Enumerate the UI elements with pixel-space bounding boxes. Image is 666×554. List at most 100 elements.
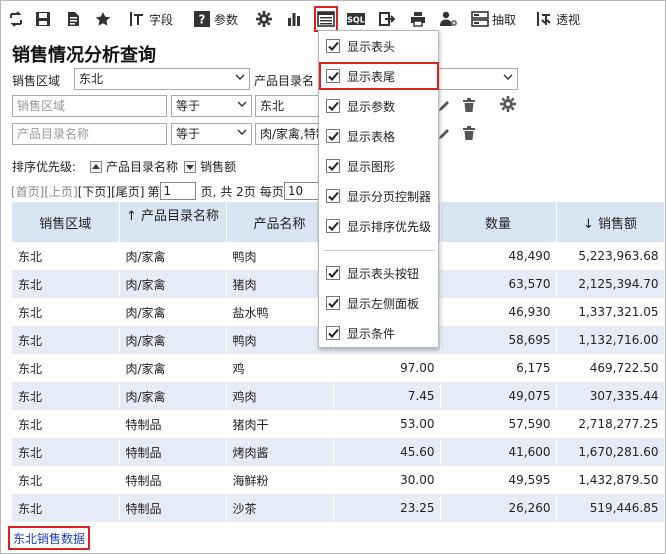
menu-item-label: 显示参数 bbox=[347, 99, 396, 114]
table-cell: 特制品 bbox=[119, 466, 227, 494]
sort-priority: 排序优先级: 产品目录名称 销售额 bbox=[12, 158, 236, 175]
table-row[interactable]: 东北 特制品 猪肉干 53.00 57,590 2,718,277.25 bbox=[12, 410, 665, 438]
trash-icon bbox=[463, 126, 475, 140]
chevron-down-icon bbox=[503, 74, 513, 80]
sort-chip-catalog[interactable]: 产品目录名称 bbox=[90, 158, 178, 175]
favorite-button[interactable] bbox=[94, 9, 112, 29]
condition-field-2[interactable]: 产品目录名称 bbox=[12, 123, 167, 145]
table-cell: 53.00 bbox=[333, 410, 441, 438]
menu-item-2[interactable]: 显示参数 bbox=[320, 93, 438, 119]
condition-op-2[interactable]: 等于 bbox=[171, 123, 252, 145]
pager-per-page-input[interactable]: 10 bbox=[283, 182, 320, 200]
menu-item-1[interactable]: 显示表尾 bbox=[319, 62, 439, 90]
pager-next[interactable]: [下页] bbox=[78, 183, 111, 200]
table-row[interactable]: 东北 肉/家禽鸡 97.00 6,175 469,722.50 bbox=[12, 354, 665, 382]
checkbox-icon[interactable] bbox=[326, 69, 340, 83]
checkbox-icon[interactable] bbox=[326, 189, 340, 203]
delete-condition-1[interactable] bbox=[461, 97, 477, 113]
catalog-select[interactable] bbox=[432, 68, 518, 90]
pager-total: 共 2页 bbox=[220, 184, 256, 199]
pivot-button[interactable]: 透视 bbox=[535, 9, 580, 29]
table-cell: 49,075 bbox=[440, 382, 557, 410]
checkbox-icon[interactable] bbox=[326, 219, 340, 233]
star-icon bbox=[94, 10, 112, 28]
menu-item-6[interactable]: 显示排序优先级 bbox=[320, 213, 438, 239]
help-icon: ? bbox=[193, 10, 211, 28]
field-button[interactable]: 字段 bbox=[128, 9, 173, 29]
table-row[interactable]: 东北 特制品 烤肉酱 45.60 41,600 1,670,281.60 bbox=[12, 438, 665, 466]
field-label: 字段 bbox=[149, 12, 174, 27]
menu-item-0[interactable]: 显示表头 bbox=[320, 33, 438, 59]
checkbox-icon[interactable] bbox=[326, 159, 340, 173]
settings-button[interactable] bbox=[255, 9, 273, 29]
menu-separator bbox=[323, 250, 435, 251]
checkbox-icon[interactable] bbox=[326, 129, 340, 143]
sort-label: 排序优先级: bbox=[12, 160, 77, 174]
refresh-button[interactable] bbox=[7, 9, 25, 29]
sql-button[interactable]: SQL bbox=[347, 9, 365, 29]
menu-item-5[interactable]: 显示分页控制器 bbox=[320, 183, 438, 209]
gear-icon bbox=[255, 10, 273, 28]
menu-item-8[interactable]: 显示左侧面板 bbox=[320, 290, 438, 316]
table-footer: 东北销售数据 bbox=[8, 526, 91, 550]
menu-item-3[interactable]: 显示表格 bbox=[320, 123, 438, 149]
layout-button[interactable] bbox=[314, 6, 338, 32]
pivot-icon bbox=[535, 10, 553, 28]
table-cell: 特制品 bbox=[119, 438, 227, 466]
pager-prev[interactable]: [上页] bbox=[44, 183, 77, 200]
table-cell: 沙茶 bbox=[226, 494, 334, 522]
chevron-down-icon bbox=[237, 101, 247, 107]
menu-item-7[interactable]: 显示表头按钮 bbox=[320, 260, 438, 286]
save-icon bbox=[34, 10, 52, 28]
refresh-icon bbox=[7, 10, 25, 28]
checkbox-icon[interactable] bbox=[326, 296, 340, 310]
table-row[interactable]: 东北 特制品 海鲜粉 30.00 49,595 1,432,879.50 bbox=[12, 466, 665, 494]
param-button[interactable]: ? 参数 bbox=[193, 9, 238, 29]
document-icon bbox=[64, 10, 82, 28]
table-row[interactable]: 东北 特制品 沙茶 23.25 26,260 519,446.85 bbox=[12, 494, 665, 522]
table-row[interactable]: 东北 肉/家禽 鸡肉 7.45 49,075 307,335.44 bbox=[12, 382, 665, 410]
sort-chip-label: 销售额 bbox=[200, 160, 237, 174]
menu-item-4[interactable]: 显示图形 bbox=[320, 153, 438, 179]
col-header-region[interactable]: 销售区域 bbox=[12, 202, 120, 242]
table-cell: 46,930 bbox=[440, 298, 557, 326]
export-button[interactable] bbox=[378, 9, 396, 29]
condition-op-1[interactable]: 等于 bbox=[171, 95, 252, 117]
pager-last[interactable]: [尾页] bbox=[111, 183, 144, 200]
condition-settings[interactable] bbox=[500, 96, 516, 112]
region-label: 销售区域 bbox=[12, 74, 61, 88]
user-settings-button[interactable] bbox=[440, 9, 458, 29]
save-as-button[interactable] bbox=[64, 9, 82, 29]
condition-value-1[interactable]: 东北 bbox=[255, 95, 321, 117]
table-cell: 猪肉 bbox=[226, 270, 334, 298]
table-cell: 东北 bbox=[12, 410, 120, 438]
chart-button[interactable] bbox=[285, 9, 303, 29]
checkbox-icon[interactable] bbox=[326, 326, 340, 340]
condition-value-2[interactable]: 肉/家禽,特制 bbox=[255, 123, 321, 145]
menu-item-9[interactable]: 显示条件 bbox=[320, 320, 438, 346]
table-cell: 519,446.85 bbox=[556, 494, 665, 522]
table-cell: 东北 bbox=[12, 242, 120, 270]
pager-page-input[interactable]: 1 bbox=[159, 182, 196, 200]
table-cell: 30.00 bbox=[333, 466, 441, 494]
save-button[interactable] bbox=[34, 9, 52, 29]
checkbox-icon[interactable] bbox=[326, 39, 340, 53]
checkbox-icon[interactable] bbox=[326, 99, 340, 113]
extract-button[interactable]: 抽取 bbox=[471, 9, 516, 29]
region-select[interactable]: 东北 bbox=[74, 68, 250, 90]
table-cell: 26,260 bbox=[440, 494, 557, 522]
table-cell: 东北 bbox=[12, 354, 120, 382]
condition-field-1[interactable]: 销售区域 bbox=[12, 95, 167, 117]
col-header-sales[interactable]: ↓ 销售额 bbox=[556, 202, 665, 242]
sort-chip-sales[interactable]: 销售额 bbox=[184, 158, 236, 175]
pager-first[interactable]: [首页] bbox=[11, 183, 44, 200]
print-button[interactable] bbox=[409, 9, 427, 29]
col-header-catalog[interactable]: ↑ 产品目录名称 bbox=[119, 202, 227, 242]
col-header-quantity[interactable]: 数量 bbox=[440, 202, 557, 242]
layout-icon bbox=[317, 10, 335, 28]
delete-condition-2[interactable] bbox=[461, 125, 477, 141]
table-cell: 肉/家禽 bbox=[119, 354, 227, 382]
col-header-product[interactable]: 产品名称 bbox=[226, 202, 334, 242]
checkbox-icon[interactable] bbox=[326, 266, 340, 280]
table-cell: 1,432,879.50 bbox=[556, 466, 665, 494]
